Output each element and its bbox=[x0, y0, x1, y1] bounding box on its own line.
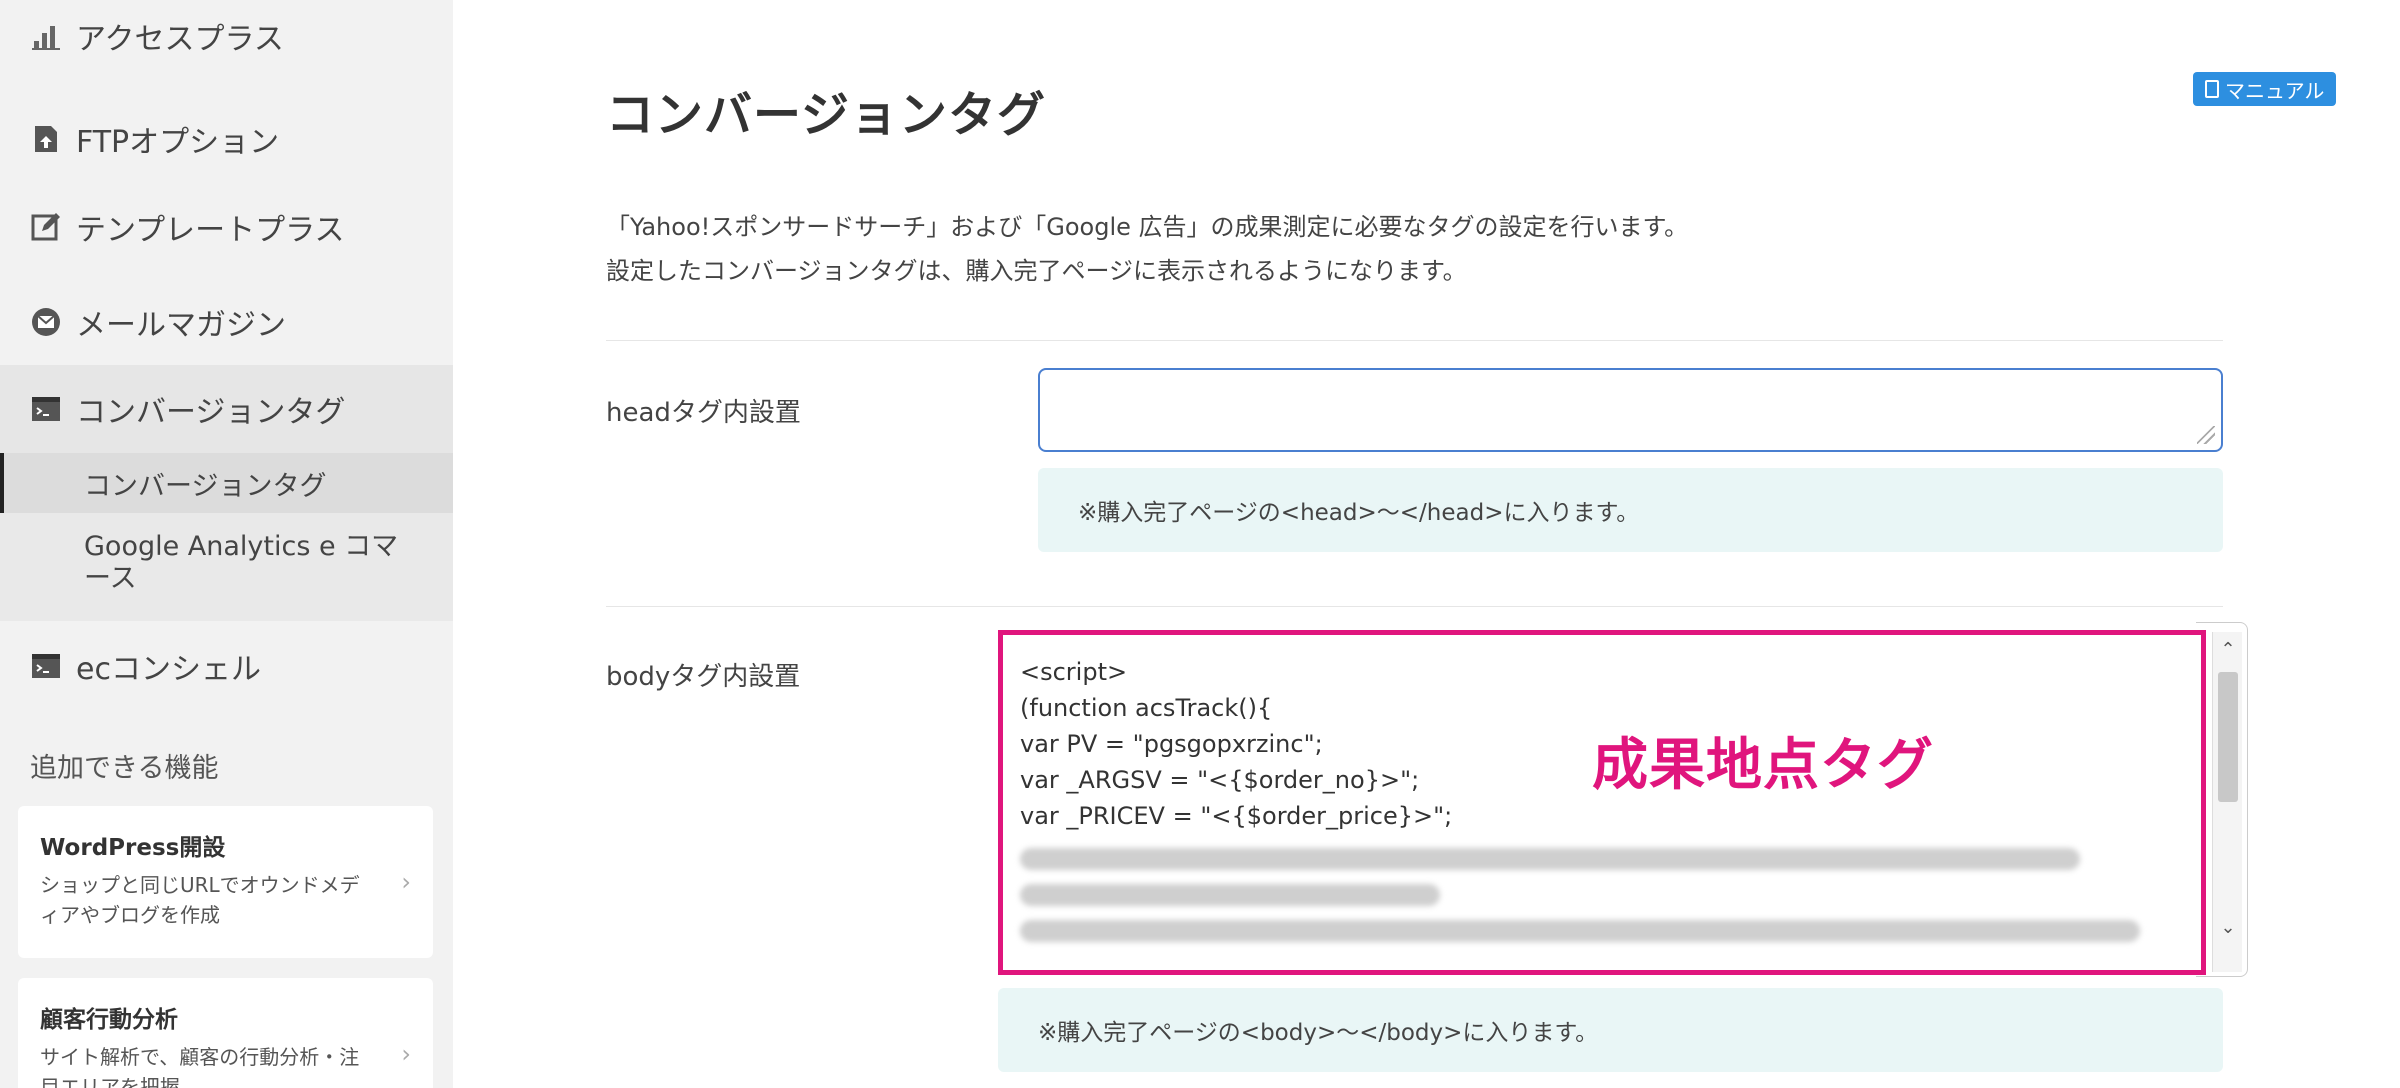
chart-icon bbox=[30, 20, 62, 52]
head-field-label: headタグ内設置 bbox=[606, 398, 801, 428]
code-line: var PV = "pgsgopxrzinc"; bbox=[1020, 730, 1323, 758]
code-line: (function acsTrack(){ bbox=[1020, 694, 1273, 722]
blurred-code-line bbox=[1020, 848, 2080, 870]
sidebar-item-label: コンバージョンタグ bbox=[76, 395, 346, 430]
feature-card-title: WordPress開設 bbox=[40, 835, 226, 861]
sidebar-subitem-google-analytics[interactable]: Google Analytics e コマース bbox=[0, 523, 453, 603]
blurred-code-line bbox=[1020, 884, 1440, 906]
sidebar-item-label: FTPオプション bbox=[76, 125, 280, 160]
body-tag-textarea[interactable]: <script> (function acsTrack(){ var PV = … bbox=[998, 632, 2198, 972]
sidebar-item-label: テンプレートプラス bbox=[76, 213, 345, 248]
resize-handle-icon[interactable] bbox=[2197, 426, 2215, 444]
head-field-hint: ※購入完了ページの<head>～</head>に入ります。 bbox=[1038, 468, 2223, 552]
sidebar-item-ftp-option[interactable]: FTPオプション bbox=[0, 95, 453, 183]
body-textarea-scrollbar[interactable]: ⌃ ⌄ bbox=[2212, 632, 2242, 972]
scroll-down-icon[interactable]: ⌄ bbox=[2213, 912, 2243, 942]
annotation-label: 成果地点タグ bbox=[1592, 733, 1934, 798]
feature-card-wordpress[interactable]: WordPress開設 ショップと同じURLでオウンドメディアやブログを作成 › bbox=[18, 806, 433, 958]
manual-button[interactable]: マニュアル bbox=[2193, 72, 2337, 106]
sidebar-item-template-plus[interactable]: テンプレートプラス bbox=[0, 183, 453, 271]
sidebar-item-label: アクセスプラス bbox=[76, 22, 284, 57]
section-label-addable-features: 追加できる機能 bbox=[30, 753, 219, 784]
blurred-code-line bbox=[1020, 920, 2140, 942]
document-icon bbox=[2205, 80, 2219, 98]
sidebar-subitem-label: コンバージョンタグ bbox=[84, 470, 327, 502]
sidebar-item-mail-magazine[interactable]: メールマガジン bbox=[0, 278, 453, 366]
terminal-icon bbox=[30, 393, 62, 425]
feature-card-customer-analysis[interactable]: 顧客行動分析 サイト解析で、顧客の行動分析・注目エリアを把握 › bbox=[18, 978, 433, 1088]
sidebar-item-conversion-tag[interactable]: コンバージョンタグ bbox=[0, 365, 453, 453]
body-tag-code: <script> (function acsTrack(){ var PV = … bbox=[1020, 654, 2140, 942]
sidebar-item-ec-concierge[interactable]: ecコンシェル bbox=[0, 622, 453, 710]
scroll-up-icon[interactable]: ⌃ bbox=[2213, 634, 2243, 664]
edit-icon bbox=[30, 211, 62, 243]
sidebar-item-access-plus[interactable]: アクセスプラス bbox=[0, 0, 453, 80]
description-line: 設定したコンバージョンタグは、購入完了ページに表示されるようになります。 bbox=[606, 257, 1467, 285]
page: アクセスプラス FTPオプション テンプレートプラス メールマガジン コンバージ bbox=[0, 0, 2400, 1088]
code-line: var _ARGSV = "<{$order_no}>"; bbox=[1020, 766, 1420, 794]
mail-icon bbox=[30, 306, 62, 338]
chevron-right-icon: › bbox=[401, 868, 411, 896]
terminal-icon bbox=[30, 650, 62, 682]
sidebar-item-label: ecコンシェル bbox=[76, 652, 261, 687]
body-field-label: bodyタグ内設置 bbox=[606, 662, 801, 692]
code-line: <script> bbox=[1020, 658, 1128, 686]
feature-card-desc: サイト解析で、顧客の行動分析・注目エリアを把握 bbox=[40, 1045, 360, 1088]
divider bbox=[606, 340, 2223, 341]
page-description: 「Yahoo!スポンサードサーチ」および「Google 広告」の成果測定に必要な… bbox=[606, 205, 1688, 293]
body-field-hint: ※購入完了ページの<body>～</body>に入ります。 bbox=[998, 988, 2223, 1072]
divider bbox=[606, 606, 2223, 607]
page-title: コンバージョンタグ bbox=[606, 87, 1047, 143]
sidebar-submenu: コンバージョンタグ Google Analytics e コマース bbox=[0, 453, 453, 621]
sidebar: アクセスプラス FTPオプション テンプレートプラス メールマガジン コンバージ bbox=[0, 0, 453, 1088]
head-tag-textarea[interactable] bbox=[1038, 368, 2223, 452]
sidebar-item-label: メールマガジン bbox=[76, 308, 286, 343]
ftp-upload-icon bbox=[30, 123, 62, 155]
feature-card-title: 顧客行動分析 bbox=[40, 1007, 178, 1033]
sidebar-subitem-conversion-tag[interactable]: コンバージョンタグ bbox=[0, 453, 453, 513]
manual-button-label: マニュアル bbox=[2225, 78, 2325, 103]
scroll-thumb[interactable] bbox=[2218, 672, 2238, 802]
chevron-right-icon: › bbox=[401, 1040, 411, 1068]
feature-card-desc: ショップと同じURLでオウンドメディアやブログを作成 bbox=[40, 873, 360, 927]
code-line: var _PRICEV = "<{$order_price}>"; bbox=[1020, 802, 1453, 830]
description-line: 「Yahoo!スポンサードサーチ」および「Google 広告」の成果測定に必要な… bbox=[606, 213, 1689, 241]
sidebar-subitem-label: Google Analytics e コマース bbox=[84, 531, 399, 594]
